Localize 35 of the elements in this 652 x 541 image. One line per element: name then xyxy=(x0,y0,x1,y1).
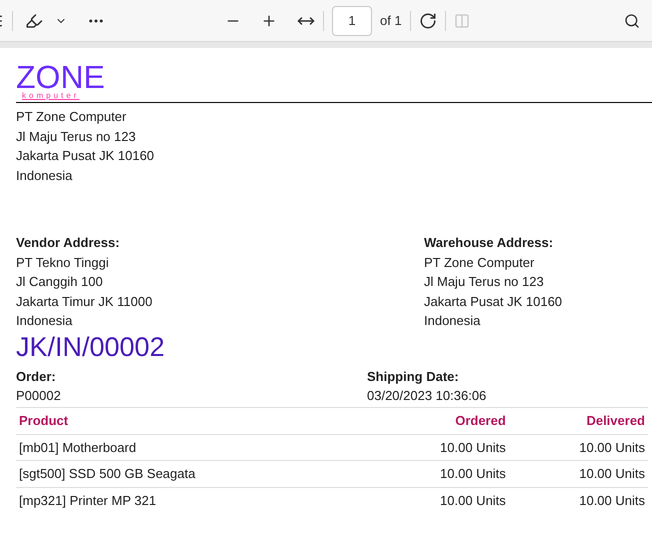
logo-name: ZONE xyxy=(16,62,105,92)
address-line: Jakarta Pusat JK 10160 xyxy=(424,292,562,310)
shipping-date-label: Shipping Date: xyxy=(367,368,460,386)
column-header: Delivered xyxy=(508,407,648,434)
address-line: PT Zone Computer xyxy=(424,254,536,272)
logo-tagline: komputer xyxy=(22,92,80,100)
company-address-line: Jakarta Pusat JK 10160 xyxy=(16,147,156,165)
reference-number: JK/IN/00002 xyxy=(16,330,166,362)
shipping-date-value: 03/20/2023 10:36:06 xyxy=(367,386,486,404)
address-line: Jl Canggih 100 xyxy=(16,273,104,291)
table-cell: [sgt500] SSD 500 GB Seagata xyxy=(16,460,370,487)
order-value: P00002 xyxy=(16,386,62,404)
address-heading: Warehouse Address: xyxy=(424,234,554,252)
column-header: Product xyxy=(16,407,370,434)
column-header: Ordered xyxy=(370,407,509,434)
company-address-line: Jl Maju Terus no 123 xyxy=(16,128,137,146)
address-line: PT Tekno Tinggi xyxy=(16,254,110,272)
address-line: Indonesia xyxy=(424,312,482,330)
company-address-line: Indonesia xyxy=(16,166,74,184)
table-cell: 10.00 Units xyxy=(508,487,648,514)
table-cell: [mb01] Motherboard xyxy=(16,434,370,460)
company-address-line: PT Zone Computer xyxy=(16,108,128,126)
order-label: Order: xyxy=(16,368,57,386)
address-line: Indonesia xyxy=(16,312,74,330)
table-cell: 10.00 Units xyxy=(508,434,648,460)
table-cell: 10.00 Units xyxy=(370,487,509,514)
page-count: of 1 xyxy=(380,12,402,30)
table-cell: 10.00 Units xyxy=(508,460,648,487)
address-heading: Vendor Address: xyxy=(16,234,121,252)
address-line: Jakarta Timur JK 11000 xyxy=(16,292,154,310)
page-number-field[interactable]: 1 xyxy=(332,6,372,36)
address-line: Jl Maju Terus no 123 xyxy=(424,273,545,291)
table-cell: [mp321] Printer MP 321 xyxy=(16,487,370,514)
table-cell: 10.00 Units xyxy=(370,434,509,460)
table-cell: 10.00 Units xyxy=(370,460,509,487)
